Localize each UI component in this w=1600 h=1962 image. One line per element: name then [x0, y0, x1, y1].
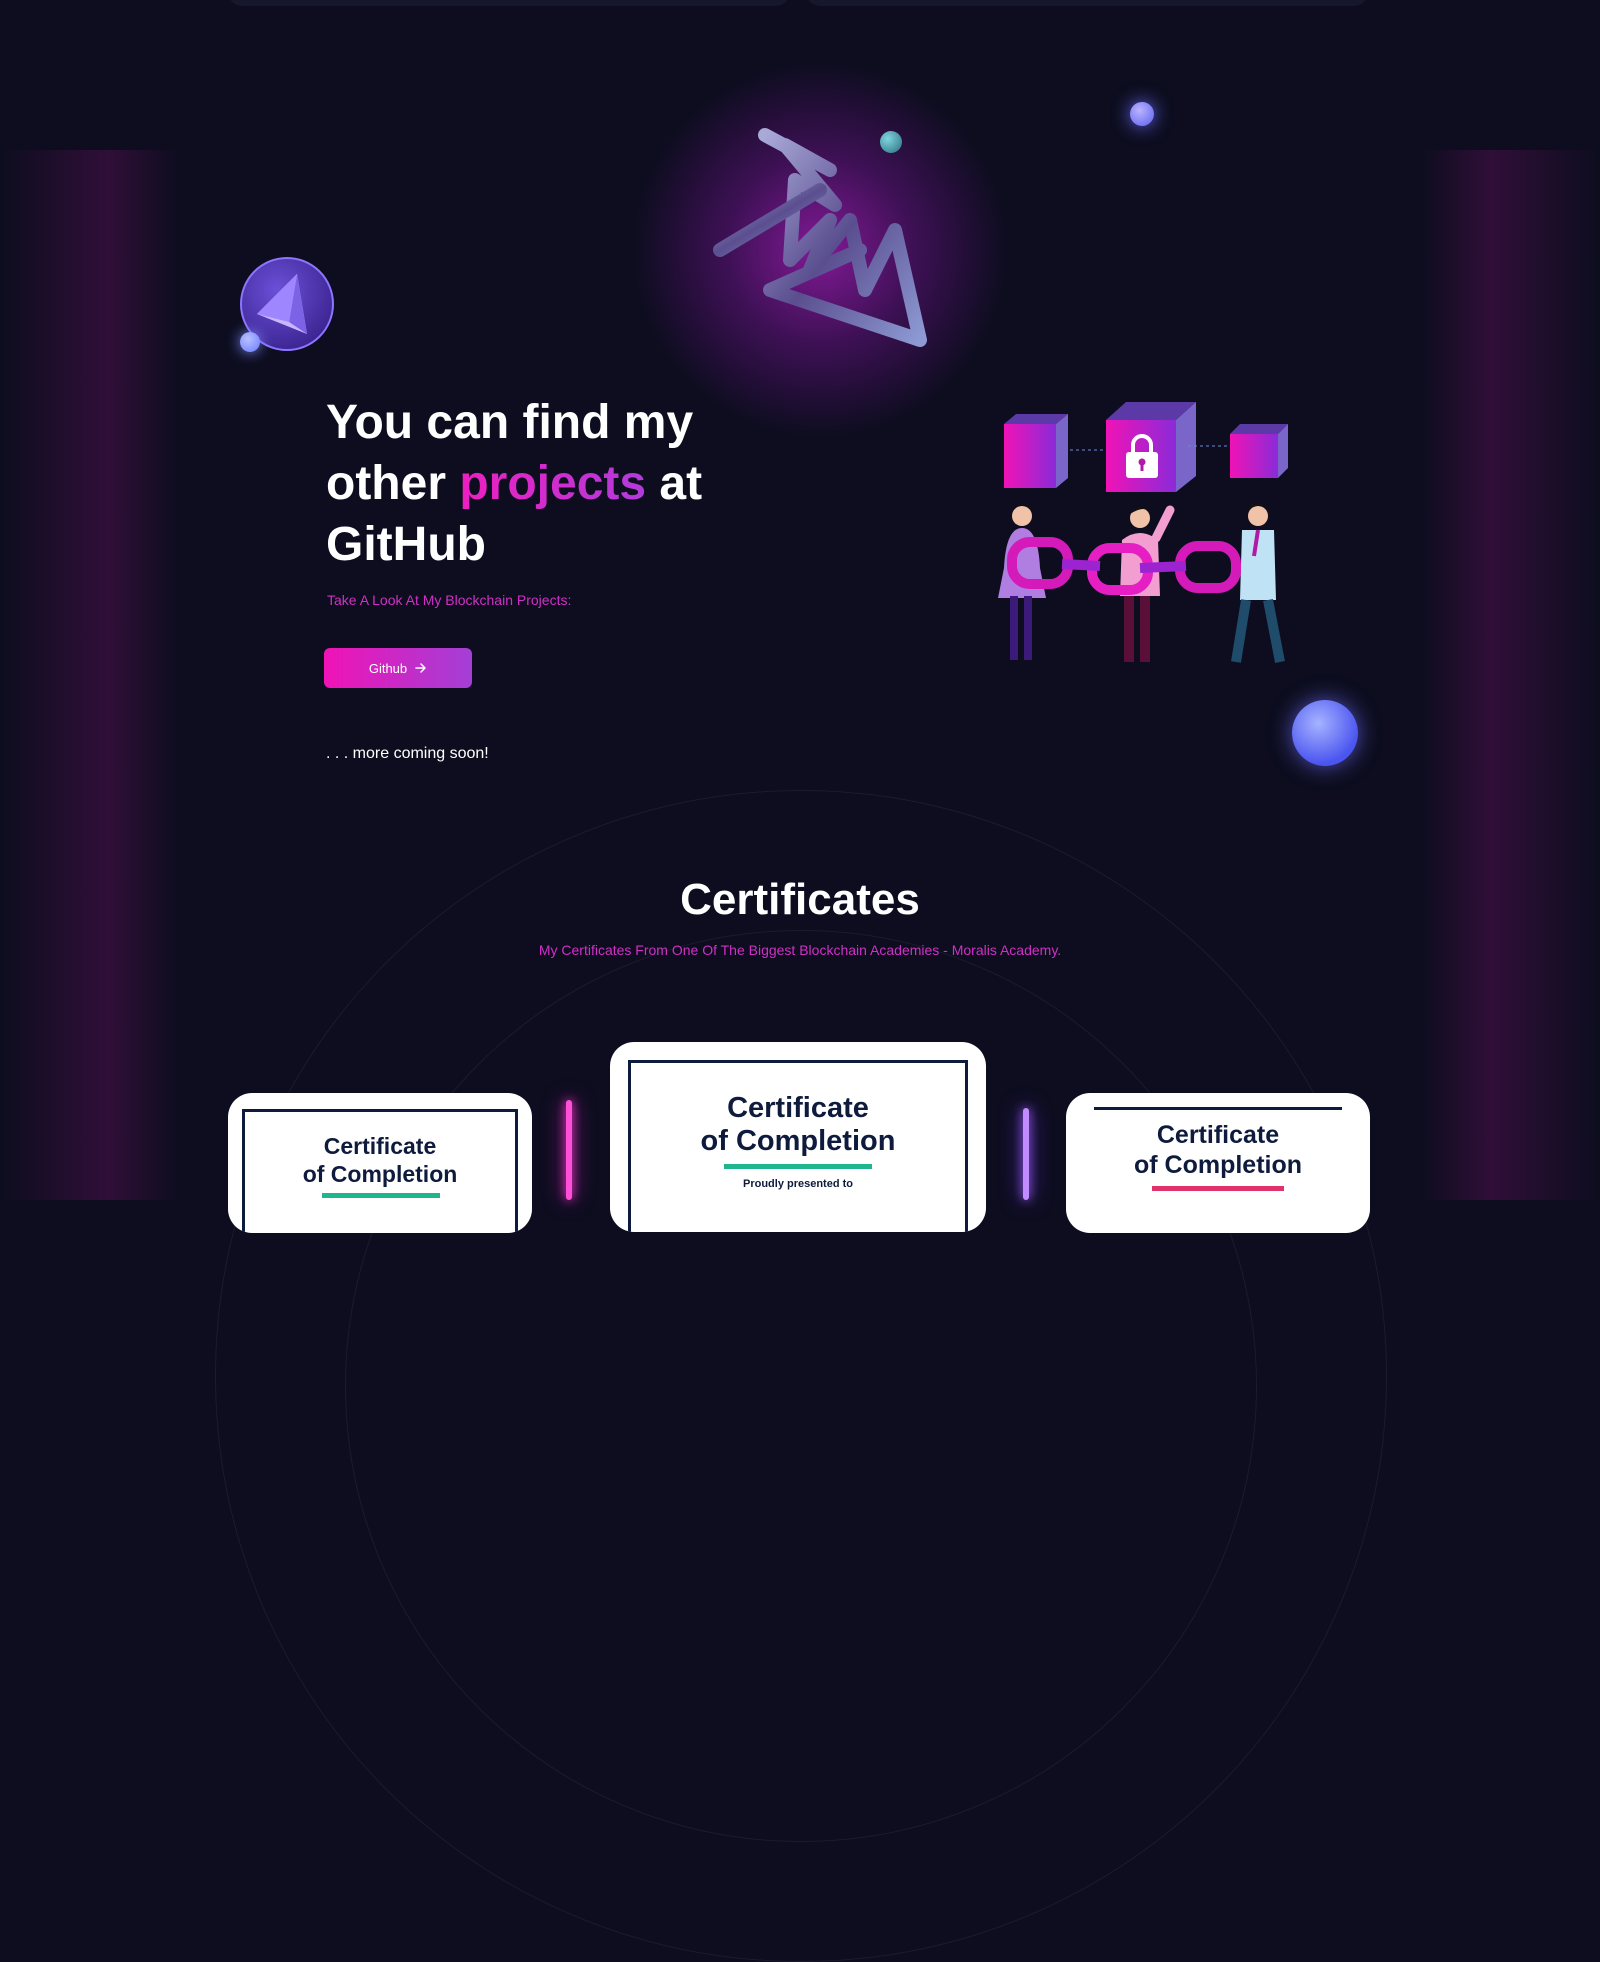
certificate-accent-bar	[1152, 1186, 1284, 1191]
floating-orb	[240, 332, 260, 352]
certificate-heading-line2: of Completion	[1133, 1151, 1303, 1179]
block-cube-right	[1230, 424, 1288, 478]
certificate-card[interactable]: Certificate of Completion	[228, 1093, 532, 1233]
coming-soon-text: . . . more coming soon!	[326, 745, 489, 762]
certificate-heading-line2: of Completion	[700, 1125, 896, 1157]
certificate-presented-to: Proudly presented to	[742, 1178, 854, 1190]
right-side-glow	[1420, 150, 1600, 1200]
neon-divider	[1023, 1108, 1029, 1200]
certificate-card[interactable]: Certificate of Completion	[1066, 1093, 1370, 1233]
block-cube-center	[1106, 402, 1196, 492]
hero-headline: You can find my other projects at GitHub	[326, 392, 746, 575]
github-button-label: Github	[368, 660, 408, 676]
certificate-frame	[1094, 1107, 1342, 1110]
person-right	[1231, 503, 1285, 663]
squiggle-3d-logo	[713, 128, 927, 347]
previous-section-card-right	[806, 0, 1368, 6]
previous-section-card-left	[228, 0, 790, 6]
arrow-right-icon	[415, 663, 426, 673]
certificates-subtitle: My Certificates From One Of The Biggest …	[538, 942, 1062, 958]
floating-orb	[1130, 102, 1154, 126]
neon-divider	[566, 1100, 572, 1200]
blockchain-team-illustration	[998, 402, 1288, 663]
block-cube-left	[1004, 414, 1068, 488]
certificate-heading-line1: Certificate	[323, 1133, 437, 1159]
hero-subheading: Take A Look At My Blockchain Projects:	[327, 592, 572, 608]
left-side-glow	[0, 150, 180, 1200]
certificate-accent-bar	[322, 1193, 440, 1198]
certificate-card[interactable]: Certificate of Completion Proudly presen…	[610, 1042, 986, 1232]
floating-orb	[880, 131, 902, 153]
floating-orb	[1292, 700, 1358, 766]
certificate-heading-line1: Certificate	[727, 1092, 869, 1124]
certificates-title: Certificates	[680, 875, 920, 924]
certificate-heading-line1: Certificate	[1156, 1121, 1280, 1149]
certificate-heading-line2: of Completion	[302, 1161, 458, 1187]
headline-accent-word: projects	[459, 457, 647, 510]
certificate-accent-bar	[724, 1164, 872, 1169]
github-button[interactable]: Github	[324, 648, 472, 688]
